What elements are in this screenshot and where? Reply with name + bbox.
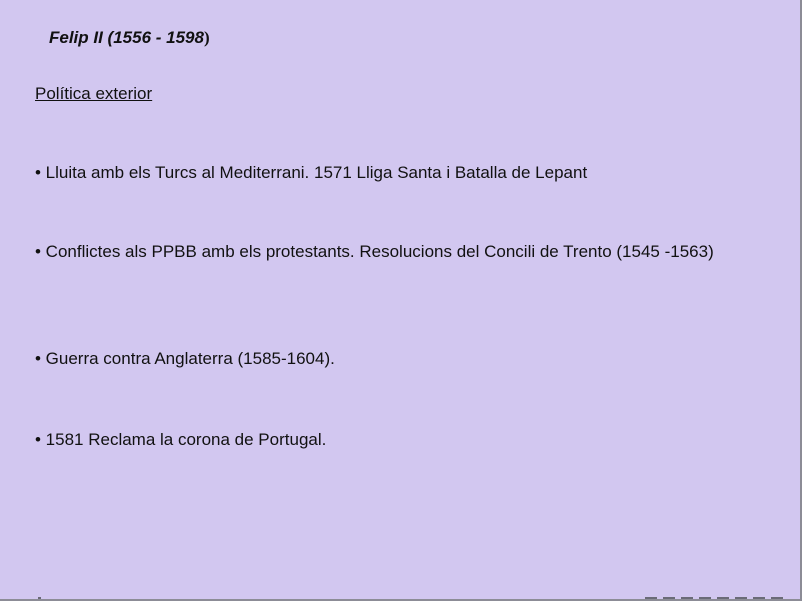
bullet-item: • Guerra contra Anglaterra (1585-1604). (35, 349, 335, 368)
bullet-item: • Conflictes als PPBB amb els protestant… (35, 242, 714, 261)
title-main-text: Felip II (1556 - 1598 (49, 28, 204, 47)
bullet-item: • 1581 Reclama la corona de Portugal. (35, 430, 327, 449)
section-heading: Política exterior (35, 84, 153, 103)
bullet-item: • Lluita amb els Turcs al Mediterrani. 1… (35, 163, 588, 182)
slide: Felip II (1556 - 1598) Política exterior… (0, 0, 802, 601)
title-close-paren: ) (203, 28, 210, 47)
bottom-edge-mark (645, 597, 785, 599)
slide-title: Felip II (1556 - 1598) (49, 28, 210, 48)
bottom-edge-mark (38, 597, 41, 599)
